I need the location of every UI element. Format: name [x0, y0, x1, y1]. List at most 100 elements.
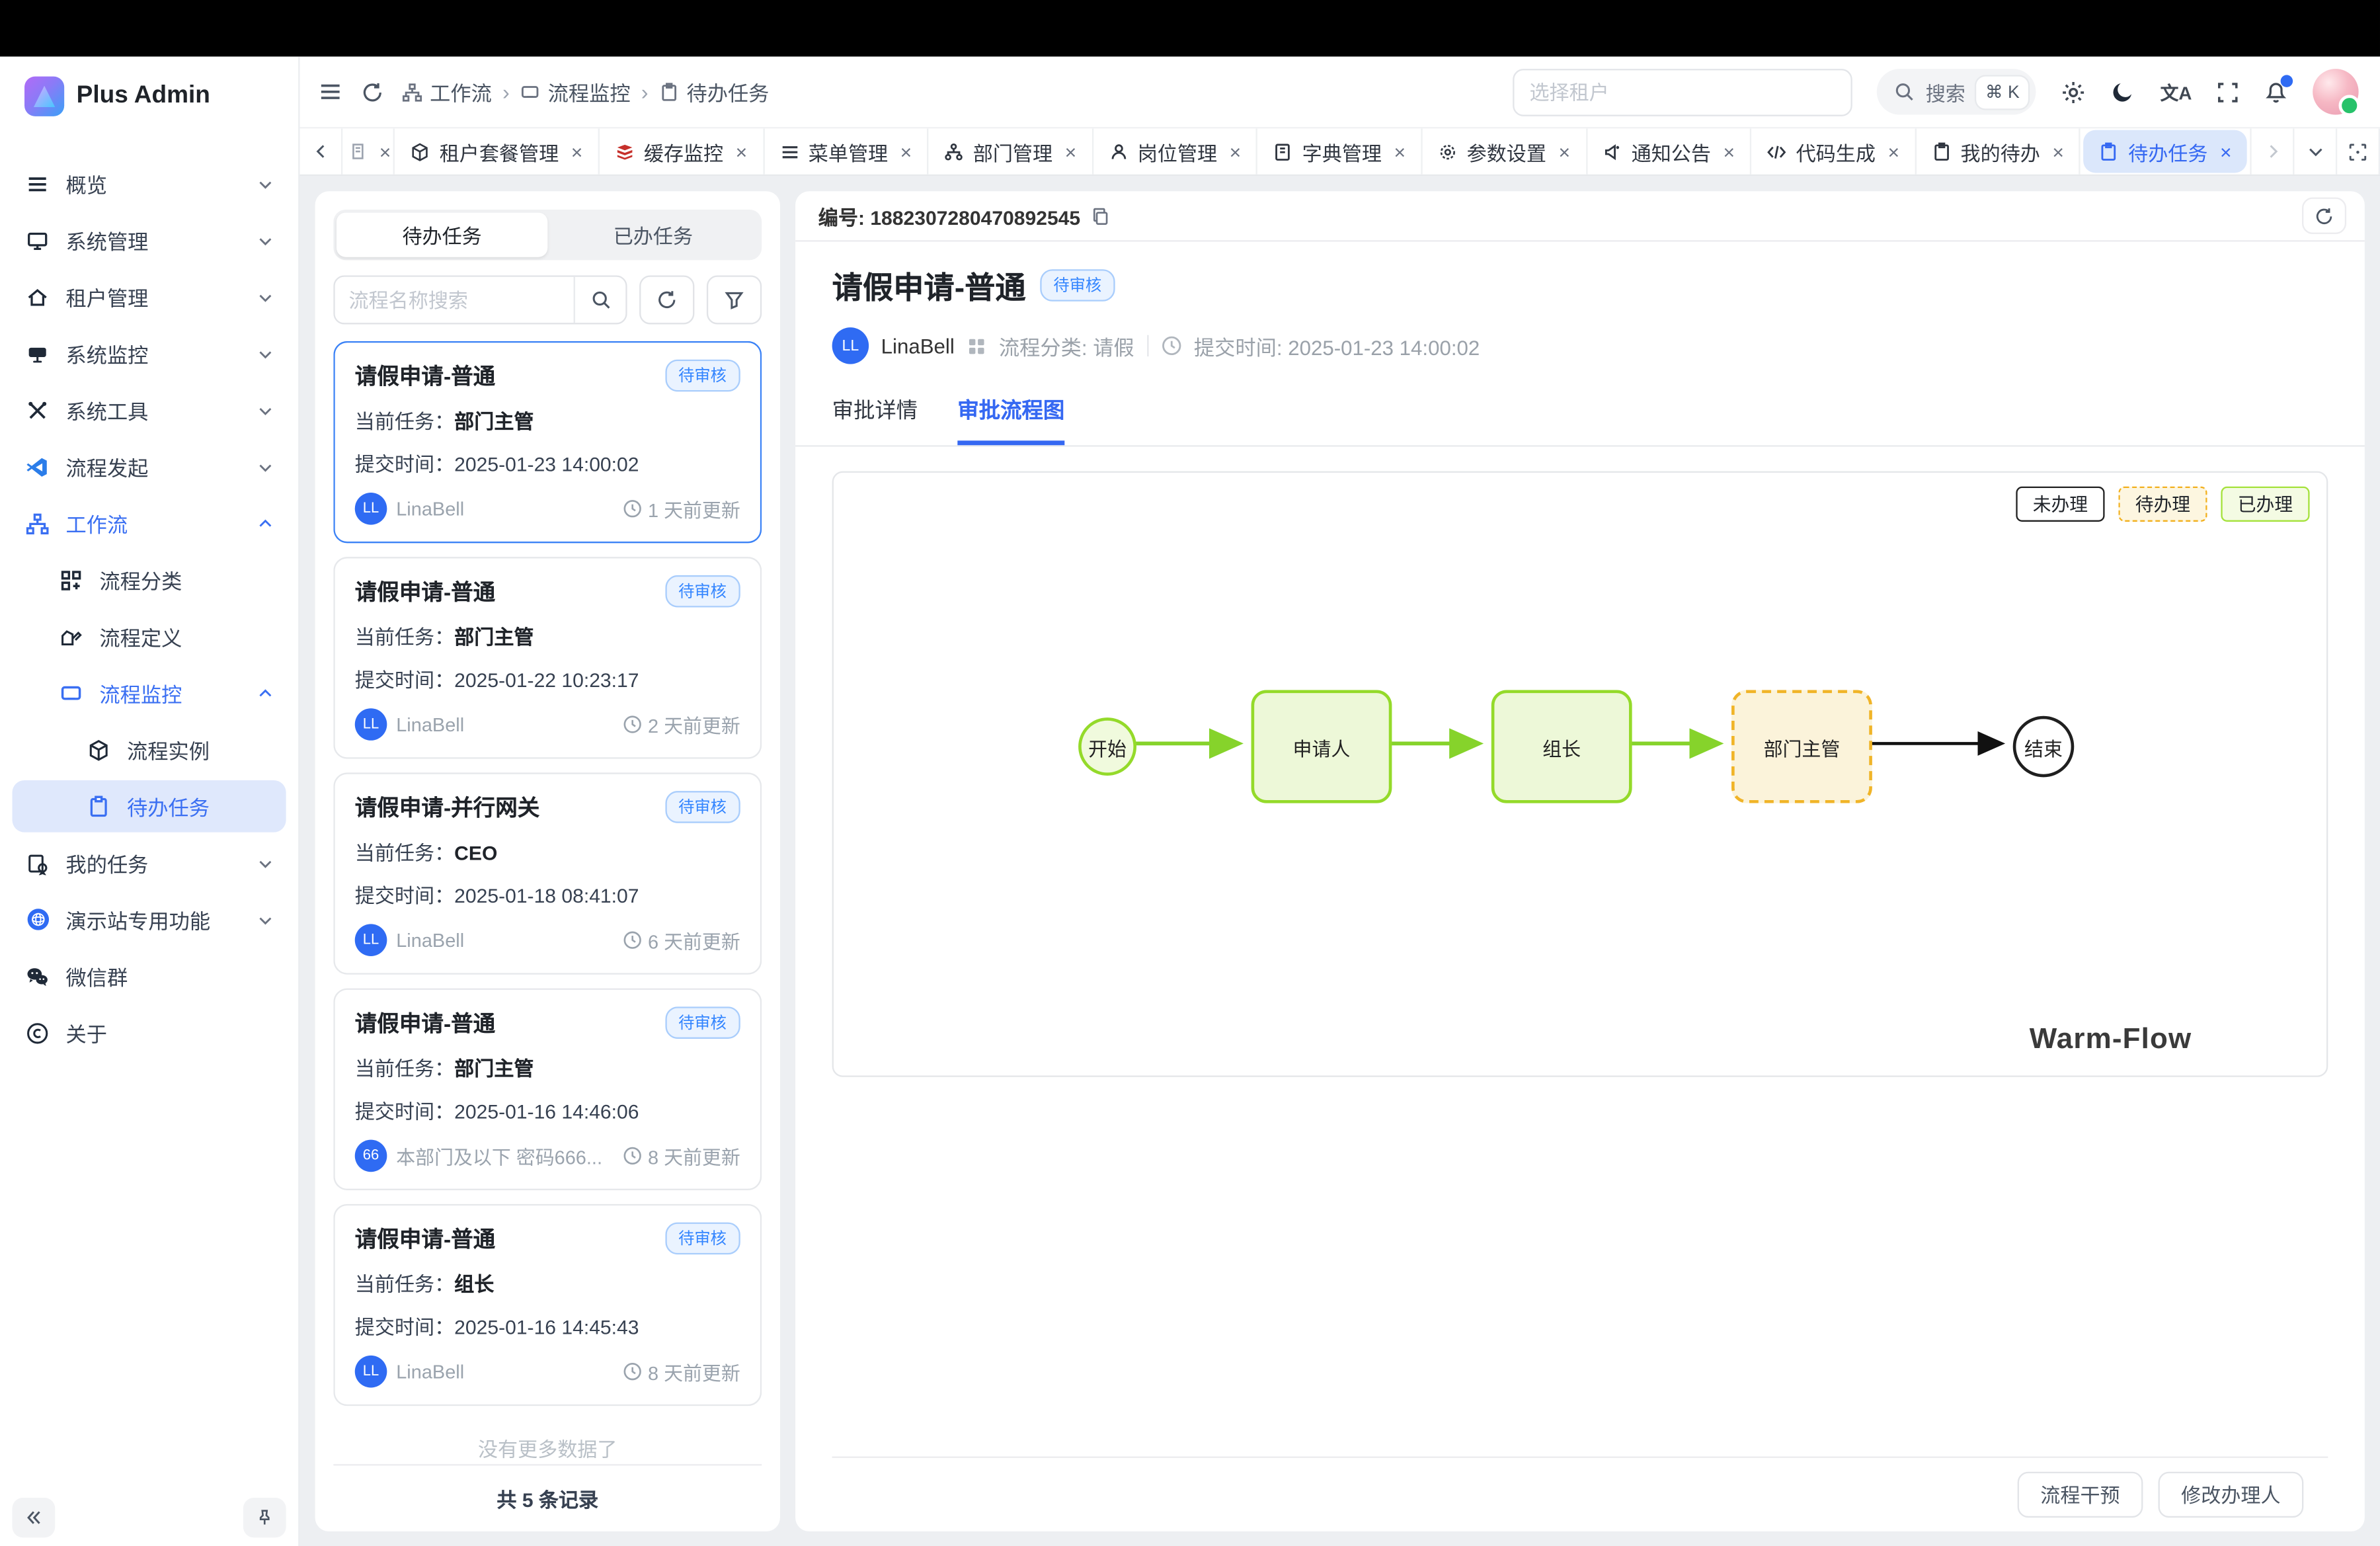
flow-node-end[interactable]: 结束 [2013, 716, 2075, 778]
close-icon[interactable]: × [1230, 140, 1242, 163]
settings-gear-icon[interactable] [2061, 79, 2086, 104]
task-card[interactable]: 请假申请-普通待审核 当前任务：组长 提交时间：2025-01-16 14:45… [333, 1204, 762, 1406]
sidebar-item-wechat-group[interactable]: 微信群 [13, 950, 286, 1002]
clock-icon [622, 1146, 642, 1166]
language-icon[interactable]: 文A [2161, 79, 2192, 104]
flow-start-icon [24, 454, 50, 479]
breadcrumb-workflow[interactable]: 工作流 [402, 77, 491, 107]
sidebar-item-flow-start[interactable]: 流程发起 [13, 440, 286, 493]
segment-todo[interactable]: 待办任务 [337, 213, 547, 257]
fullscreen-icon[interactable] [2216, 80, 2239, 103]
breadcrumb-separator: › [641, 79, 649, 104]
sidebar-item-workflow[interactable]: 工作流 [13, 497, 286, 549]
flow-node-leader[interactable]: 组长 [1491, 690, 1632, 803]
tab-menu-mgmt[interactable]: 菜单管理 × [764, 128, 929, 174]
close-icon[interactable]: × [2220, 140, 2232, 163]
sidebar-item-demo-features[interactable]: 演示站专用功能 [13, 893, 286, 946]
close-icon[interactable]: × [2052, 140, 2064, 163]
tab-todo-tasks-active[interactable]: 待办任务 × [2084, 130, 2247, 173]
tab-post-mgmt[interactable]: 岗位管理 × [1093, 128, 1258, 174]
clipboard-icon [659, 82, 679, 102]
flowchart-canvas[interactable]: 未办理 待办理 已办理 [832, 471, 2328, 1077]
sidebar-item-flow-definition[interactable]: 流程定义 [13, 610, 286, 663]
tab-my-todo[interactable]: 我的待办 × [1916, 128, 2081, 174]
tabs-scroll-left[interactable] [299, 128, 342, 174]
change-assignee-button[interactable]: 修改办理人 [2158, 1471, 2303, 1517]
clock-icon [622, 1362, 642, 1381]
detail-title: 请假申请-普通 [832, 263, 1026, 307]
sidebar-item-flow-instance[interactable]: 流程实例 [13, 723, 286, 776]
close-icon[interactable]: × [736, 140, 748, 163]
panel-refresh-button[interactable] [2302, 197, 2346, 234]
tab-dept-mgmt[interactable]: 部门管理 × [929, 128, 1093, 174]
sidebar-item-todo-tasks[interactable]: 待办任务 [13, 780, 286, 833]
search-shortcut-badge: ⌘ K [1976, 76, 2029, 108]
close-icon[interactable]: × [1887, 140, 1899, 163]
breadcrumb-flow-monitor[interactable]: 流程监控 [520, 77, 631, 107]
notification-bell-icon[interactable] [2264, 79, 2288, 104]
tab-code-gen[interactable]: 代码生成 × [1751, 128, 1916, 174]
content-fullscreen-icon[interactable] [2337, 128, 2380, 174]
sidebar-item-system-monitor[interactable]: 系统监控 [13, 327, 286, 380]
avatar: LL [355, 493, 387, 525]
close-icon[interactable]: × [1065, 140, 1077, 163]
sidebar-collapse-button[interactable] [13, 1497, 56, 1537]
sidebar-item-my-tasks[interactable]: 我的任务 [13, 837, 286, 889]
close-icon[interactable]: × [1394, 140, 1406, 163]
tabs-scroll-right[interactable] [2252, 128, 2295, 174]
sidebar-item-flow-monitor[interactable]: 流程监控 [13, 667, 286, 719]
flow-node-start[interactable]: 开始 [1078, 717, 1136, 776]
task-card[interactable]: 请假申请-并行网关待审核 当前任务：CEO 提交时间：2025-01-18 08… [333, 772, 762, 974]
copy-icon[interactable] [1091, 206, 1111, 225]
tabs-dropdown-icon[interactable] [2294, 128, 2337, 174]
close-icon[interactable]: × [1723, 140, 1735, 163]
task-card[interactable]: 请假申请-普通待审核 当前任务：部门主管 提交时间：2025-01-23 14:… [333, 341, 762, 543]
sidebar-pin-button[interactable] [243, 1497, 286, 1537]
sidebar-item-about[interactable]: 关于 [13, 1006, 286, 1059]
task-card[interactable]: 请假申请-普通待审核 当前任务：部门主管 提交时间：2025-01-16 14:… [333, 989, 762, 1190]
breadcrumb: 工作流 › 流程监控 › 待办任务 [402, 77, 769, 107]
page-icon [349, 142, 368, 161]
sidebar-item-flow-category[interactable]: 流程分类 [13, 554, 286, 606]
tab-dict-mgmt[interactable]: 字典管理 × [1258, 128, 1423, 174]
refresh-icon[interactable] [361, 80, 384, 103]
flow-intervene-button[interactable]: 流程干预 [2018, 1471, 2143, 1517]
user-avatar[interactable] [2313, 69, 2358, 114]
close-icon[interactable]: × [379, 140, 391, 163]
tab-approval-flowchart[interactable]: 审批流程图 [957, 395, 1064, 445]
reset-refresh-button[interactable] [639, 275, 694, 324]
submit-time: 提交时间: 2025-01-23 14:00:02 [1194, 331, 1480, 361]
close-icon[interactable]: × [571, 140, 583, 163]
sidebar-item-system-tools[interactable]: 系统工具 [13, 384, 286, 436]
flow-node-manager[interactable]: 部门主管 [1731, 690, 1872, 803]
global-search[interactable]: 搜索 ⌘ K [1877, 69, 2037, 114]
tab-approval-detail[interactable]: 审批详情 [832, 395, 918, 445]
clock-icon [622, 930, 642, 950]
divider [1146, 335, 1148, 356]
code-icon [1767, 142, 1787, 161]
close-icon[interactable]: × [1559, 140, 1571, 163]
initiator-name: LinaBell [881, 335, 955, 358]
segment-done[interactable]: 已办任务 [547, 213, 758, 257]
sidebar-item-overview[interactable]: 概览 [13, 157, 286, 210]
flow-name-search-input[interactable] [335, 277, 574, 323]
screen-icon [58, 680, 84, 706]
demo-globe-icon [24, 907, 50, 932]
tab-partial[interactable]: × [342, 128, 395, 174]
tab-cache-monitor[interactable]: 缓存监控 × [600, 128, 764, 174]
sitemap-icon [24, 510, 50, 536]
flow-node-applicant[interactable]: 申请人 [1251, 690, 1392, 803]
task-card[interactable]: 请假申请-普通待审核 当前任务：部门主管 提交时间：2025-01-22 10:… [333, 557, 762, 758]
hamburger-icon[interactable] [318, 79, 342, 104]
breadcrumb-todo-tasks[interactable]: 待办任务 [659, 77, 770, 107]
tab-tenant-package[interactable]: 租户套餐管理 × [395, 128, 600, 174]
sidebar-item-system-mgmt[interactable]: 系统管理 [13, 214, 286, 266]
search-button[interactable] [574, 277, 626, 323]
tab-notice[interactable]: 通知公告 × [1587, 128, 1752, 174]
sidebar-item-tenant-mgmt[interactable]: 租户管理 [13, 271, 286, 323]
close-icon[interactable]: × [900, 140, 912, 163]
filter-funnel-button[interactable] [707, 275, 762, 324]
tab-param-settings[interactable]: 参数设置 × [1423, 128, 1587, 174]
tenant-select-input[interactable] [1513, 68, 1852, 116]
dark-mode-moon-icon[interactable] [2112, 79, 2136, 104]
